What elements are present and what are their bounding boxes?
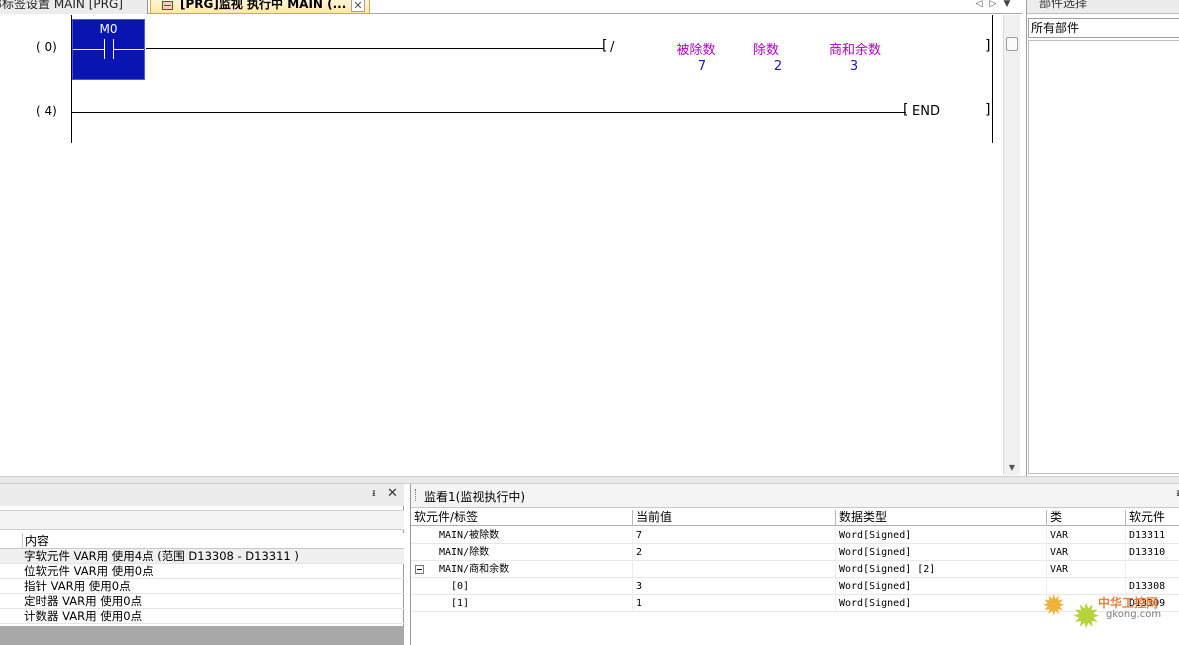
operand-label: 商和余数 — [828, 43, 881, 58]
list-item[interactable]: 计数器 VAR用 使用0点 — [0, 609, 404, 624]
table-cell-device — [1126, 561, 1179, 578]
contact-wire — [114, 49, 144, 50]
table-cell-value: 7 — [633, 527, 836, 544]
panel-empty-area — [0, 626, 404, 645]
column-header-device[interactable]: 软元件 — [1126, 510, 1179, 526]
instruction-bracket-close: ] — [985, 102, 991, 118]
close-icon[interactable]: ✕ — [387, 486, 398, 501]
operand-label: 被除数 — [676, 43, 716, 58]
table-cell-value: 1 — [633, 595, 836, 612]
table-cell-value — [633, 561, 836, 578]
table-row[interactable]: MAIN/被除数 7 Word[Signed] VAR D13311 — [411, 527, 1179, 544]
scroll-down-icon[interactable]: ▼ — [1004, 461, 1020, 475]
rung-wire — [146, 48, 604, 49]
program-icon — [162, 1, 173, 10]
watermark-url: gkong.com — [1106, 609, 1162, 620]
operand-value: 7 — [697, 59, 707, 74]
drag-grip-icon[interactable] — [415, 489, 417, 501]
parts-selection-panel: 部件选择 所有部件 — [1026, 0, 1179, 476]
table-cell-name: MAIN/除数 — [411, 544, 633, 561]
table-cell-type: Word[Signed] — [836, 595, 1047, 612]
gear-icon: ✹ — [1042, 589, 1066, 622]
tab-next-icon[interactable]: ▷ — [986, 0, 1000, 9]
column-header-device-label[interactable]: 软元件/标签 — [411, 510, 633, 526]
instruction-bracket-open: [ — [602, 38, 608, 54]
tab-label: 部标签设置 MAIN [PRG] — [0, 0, 123, 11]
table-row[interactable]: MAIN/商和余数 Word[Signed] [2] VAR — [411, 561, 1179, 578]
contact-wire — [73, 49, 104, 50]
divide-instruction[interactable]: / — [610, 40, 614, 55]
table-cell-value: 2 — [633, 544, 836, 561]
panel-titlebar: 监看1(监视执行中) ᵻ — [411, 484, 1179, 508]
table-cell-name: MAIN/被除数 — [411, 527, 633, 544]
pin-icon[interactable]: ᵻ — [372, 488, 376, 499]
panel-title: 监看1(监视执行中) — [424, 490, 525, 504]
list-item[interactable]: 定时器 VAR用 使用0点 — [0, 594, 404, 609]
table-cell-type: Word[Signed] — [836, 527, 1047, 544]
tab-nav: ◁ ▷ ▼ — [972, 0, 1020, 12]
table-cell-device: D13311 — [1126, 527, 1179, 544]
table-cell-class: VAR — [1047, 544, 1126, 561]
instruction-bracket-open: [ — [903, 102, 909, 118]
panel-title: 部件选择 — [1027, 0, 1179, 14]
ladder-vertical-scrollbar[interactable]: ▼ — [1003, 15, 1020, 475]
panel-titlebar: ᵻ ✕ — [0, 484, 404, 506]
column-header-current-value[interactable]: 当前值 — [633, 510, 836, 526]
table-cell-name: [0] — [411, 578, 633, 595]
tab-monitor-main[interactable]: [PRG]监视 执行中 MAIN (... ✕ — [150, 0, 370, 14]
table-cell-device: D13310 — [1126, 544, 1179, 561]
table-cell-class: VAR — [1047, 527, 1126, 544]
column-header-data-type[interactable]: 数据类型 — [836, 510, 1047, 526]
column-header: 内容 — [0, 533, 404, 549]
horizontal-splitter[interactable] — [0, 476, 1179, 484]
list-item[interactable]: 字软元件 VAR用 使用4点 (范围 D13308 - D13311 ) — [0, 549, 404, 564]
column-header-content: 内容 — [22, 533, 49, 549]
tab-label-settings[interactable]: 部标签设置 MAIN [PRG] — [0, 0, 148, 14]
column-header-class[interactable]: 类 — [1047, 510, 1126, 526]
watermark-logo: ✹ ✹ 中华工控网 gkong.com — [1042, 590, 1179, 645]
list-item[interactable]: 指针 VAR用 使用0点 — [0, 579, 404, 594]
tab-prev-icon[interactable]: ◁ — [972, 0, 986, 9]
gear-icon: ✹ — [1072, 597, 1101, 637]
operand-label: 除数 — [752, 43, 779, 58]
table-cell-class: VAR — [1047, 561, 1126, 578]
operand-value: 3 — [849, 59, 859, 74]
step-number: ( 4) — [36, 104, 57, 118]
table-cell-value: 3 — [633, 578, 836, 595]
table-cell-type: Word[Signed] — [836, 578, 1047, 595]
scrollbar-thumb[interactable] — [1006, 37, 1018, 51]
table-cell-name: [1] — [411, 595, 633, 612]
table-cell-type: Word[Signed] — [836, 544, 1047, 561]
table-row[interactable]: MAIN/除数 2 Word[Signed] VAR D13310 — [411, 544, 1179, 561]
operand-value: 2 — [773, 59, 783, 74]
gx-works-window: 部标签设置 MAIN [PRG] [PRG]监视 执行中 MAIN (... ✕… — [0, 0, 1179, 645]
tab-menu-icon[interactable]: ▼ — [1000, 0, 1014, 9]
contact-m0-selected[interactable]: M0 — [72, 19, 145, 80]
panel-toolbar — [0, 510, 404, 530]
end-instruction[interactable]: END — [912, 104, 940, 119]
table-cell-type: Word[Signed] [2] — [836, 561, 1047, 578]
parts-category-select[interactable]: 所有部件 — [1028, 18, 1179, 38]
list-item[interactable]: 位软元件 VAR用 使用0点 — [0, 564, 404, 579]
table-cell-name: MAIN/商和余数 — [411, 561, 633, 578]
editor-tab-strip: 部标签设置 MAIN [PRG] [PRG]监视 执行中 MAIN (... ✕… — [0, 0, 1022, 14]
collapse-icon[interactable] — [415, 565, 424, 574]
parts-list[interactable] — [1028, 40, 1179, 474]
device-usage-panel: ᵻ ✕ 内容 字软元件 VAR用 使用4点 (范围 D13308 - D1331… — [0, 484, 404, 645]
right-power-rail — [992, 15, 993, 143]
step-number: ( 0) — [36, 40, 57, 54]
ladder-editor[interactable]: ( 0) M0 [ / 被除数 7 除数 2 商和余数 3 ] ( 4) [ E… — [0, 15, 1003, 475]
rung-wire — [72, 112, 906, 113]
tab-label: [PRG]监视 执行中 MAIN (... — [180, 0, 347, 11]
contact-label: M0 — [99, 22, 118, 36]
watch-table-header: 软元件/标签 当前值 数据类型 类 软元件 — [411, 510, 1179, 526]
instruction-bracket-close: ] — [985, 38, 991, 54]
contact-symbol — [104, 39, 105, 59]
close-icon[interactable]: ✕ — [351, 0, 365, 12]
